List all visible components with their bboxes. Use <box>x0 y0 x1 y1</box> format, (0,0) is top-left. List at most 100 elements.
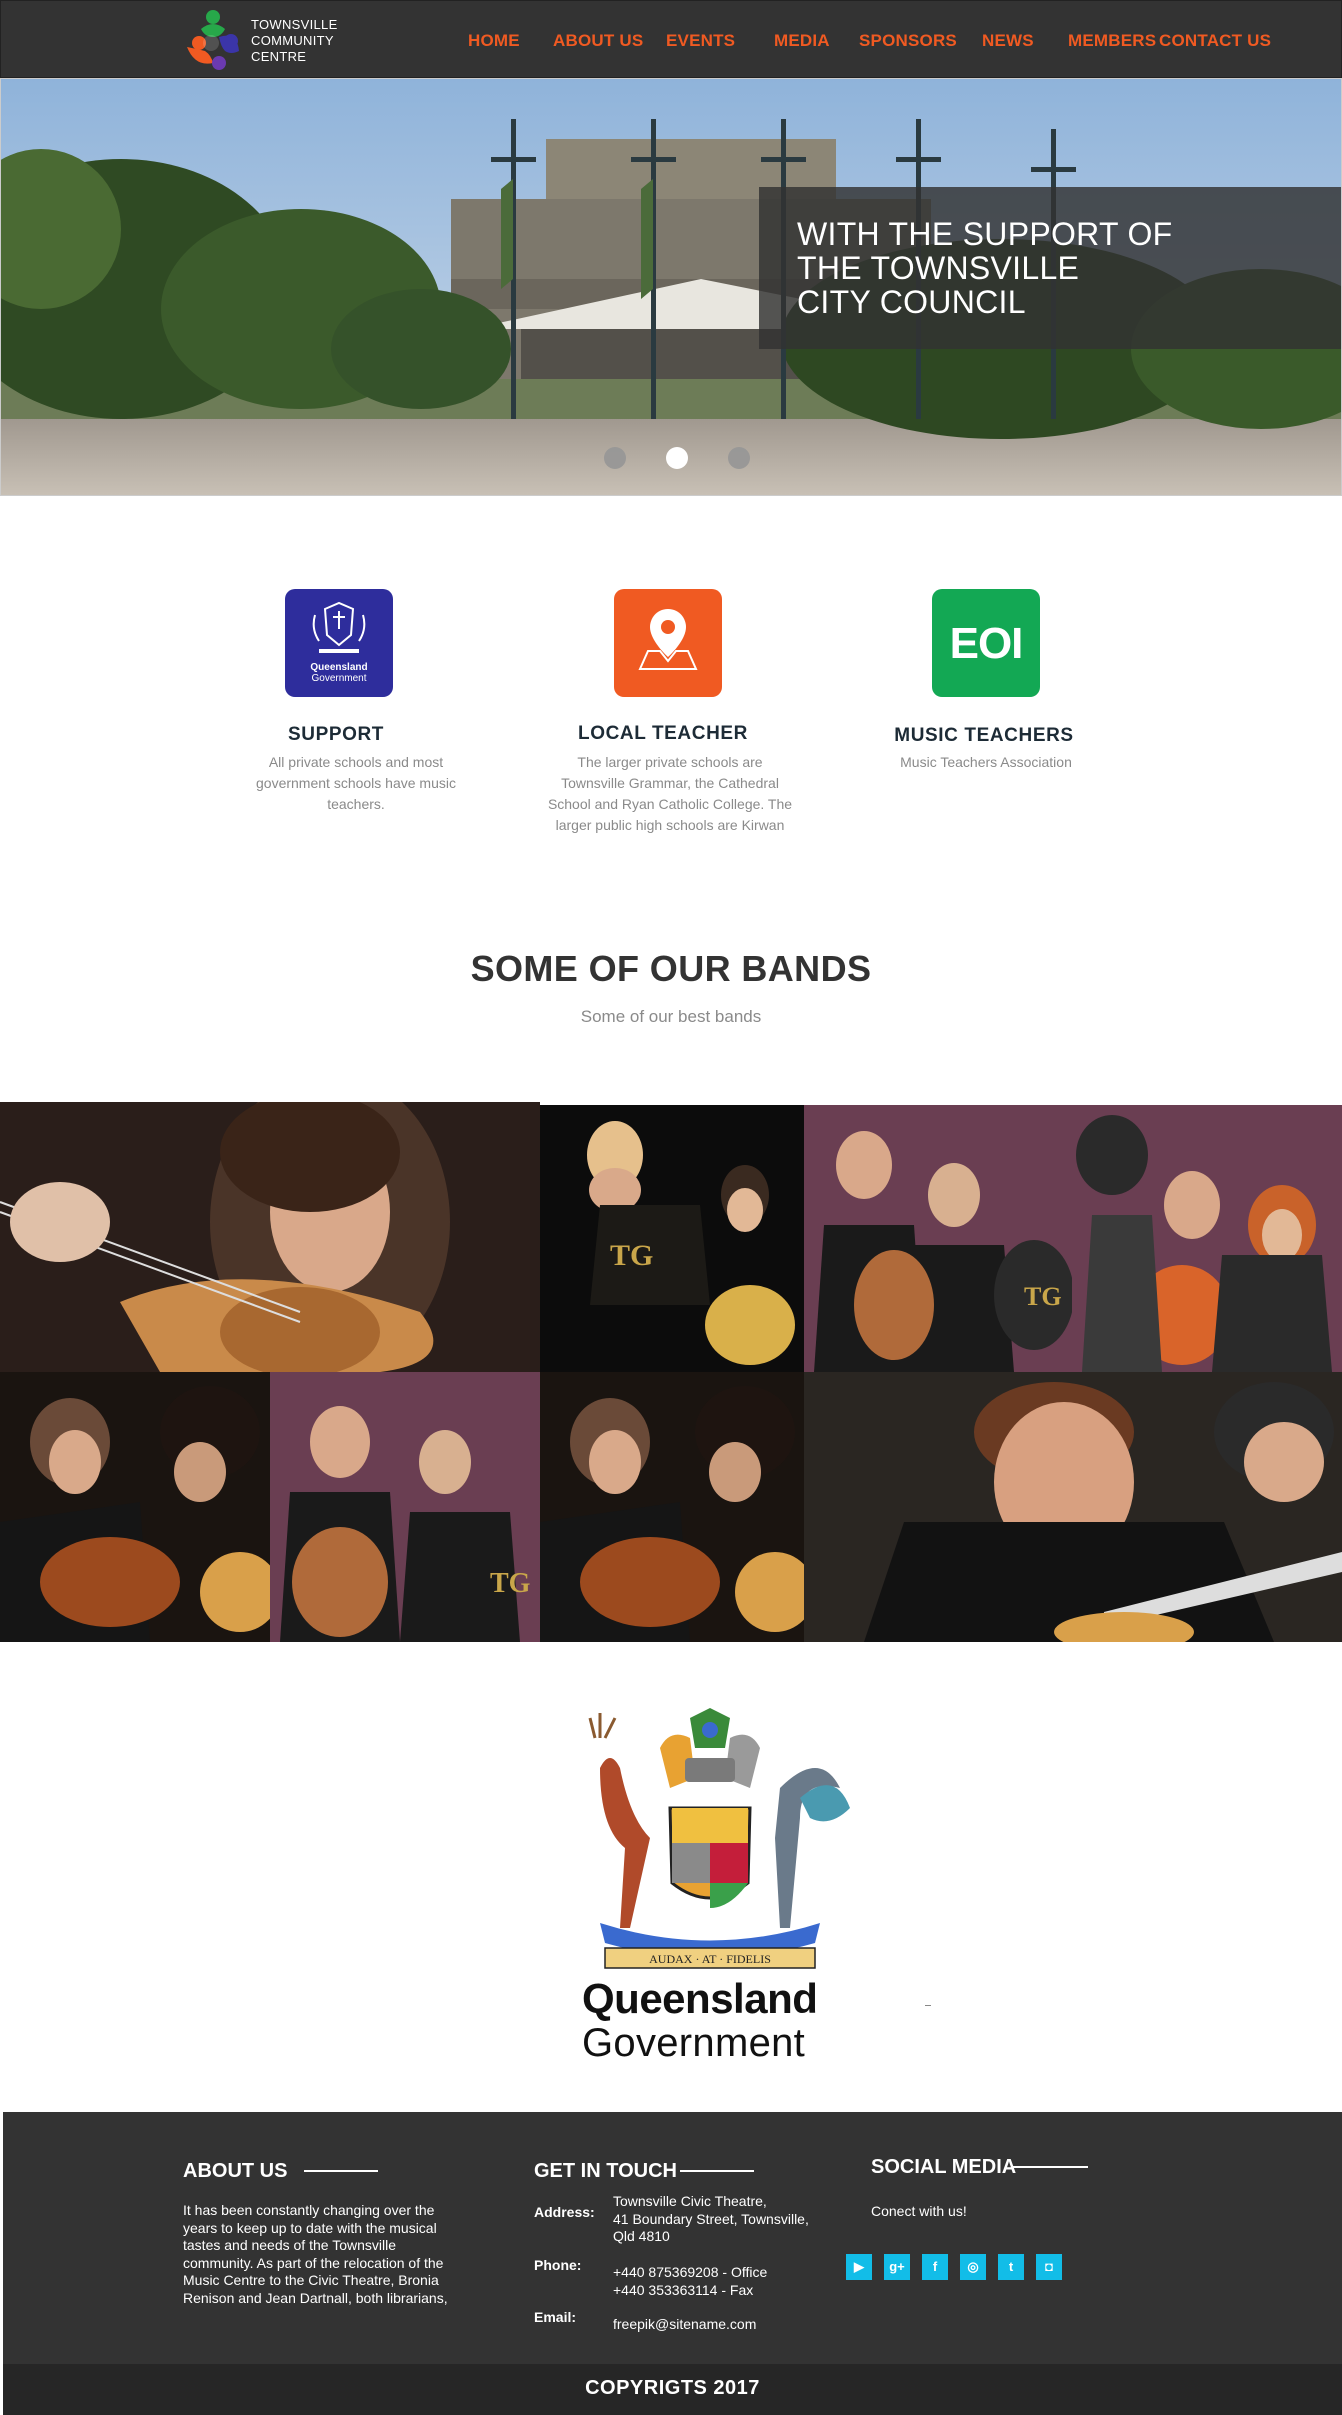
map-pin-icon[interactable] <box>614 589 722 697</box>
desc-line: teachers. <box>327 796 385 812</box>
email-link[interactable]: freepik@sitename.com <box>613 2316 853 2334</box>
divider <box>925 2005 931 2006</box>
site-logo-text[interactable]: TOWNSVILLE COMMUNITY CENTRE <box>251 17 338 65</box>
phone-line[interactable]: +440 875369208 - Office <box>613 2264 853 2282</box>
qld-logo-word2: Government <box>582 2021 806 2065</box>
hero-slider[interactable]: WITH THE SUPPORT OF THE TOWNSVILLE CITY … <box>0 78 1342 496</box>
dribbble-icon[interactable]: ◎ <box>960 2254 986 2280</box>
qld-icon-caption: Queensland Government <box>285 662 393 684</box>
desc-line: larger public high schools are Kirwan <box>555 817 785 833</box>
site-logo-icon[interactable] <box>181 7 251 73</box>
svg-text:TG: TG <box>610 1239 653 1272</box>
nav-home[interactable]: HOME <box>468 31 520 51</box>
footer-about-rule <box>304 2170 378 2172</box>
feature-title-local-teacher: LOCAL TEACHER <box>577 723 748 744</box>
hero-title-line: WITH THE SUPPORT OF <box>797 216 1173 252</box>
address-label: Address: <box>534 2204 595 2220</box>
slider-dot-1[interactable] <box>604 447 626 469</box>
hero-caption-box: WITH THE SUPPORT OF THE TOWNSVILLE CITY … <box>759 187 1341 349</box>
band-photo[interactable] <box>1072 1105 1342 1372</box>
desc-line: School and Ryan Catholic College. The <box>547 796 793 812</box>
about-line: community. As part of the relocation of … <box>183 2254 444 2271</box>
youtube-icon[interactable]: ▶ <box>846 2254 872 2280</box>
band-photo[interactable] <box>0 1372 270 1642</box>
google-plus-icon[interactable]: g+ <box>884 2254 910 2280</box>
slider-dot-2[interactable] <box>666 447 688 469</box>
band-photo[interactable] <box>0 1102 540 1372</box>
about-line: tastes and needs of the Townsville <box>183 2237 396 2253</box>
nav-events[interactable]: EVENTS <box>666 31 735 51</box>
band-photo-image <box>540 1372 804 1642</box>
hero-title-line: CITY COUNCIL <box>797 284 1026 320</box>
feature-title-music-teachers: MUSIC TEACHERS <box>894 725 1074 746</box>
band-photo-image: TG <box>804 1105 1072 1372</box>
hero-title: WITH THE SUPPORT OF THE TOWNSVILLE CITY … <box>797 217 1317 319</box>
instagram-icon[interactable]: ◘ <box>1036 2254 1062 2280</box>
logo-line: COMMUNITY <box>251 33 334 48</box>
desc-line: government schools have music <box>256 775 456 791</box>
band-photo-image <box>0 1102 540 1372</box>
nav-about-us[interactable]: ABOUT US <box>553 31 643 51</box>
queensland-government-icon[interactable]: Queensland Government <box>285 589 393 697</box>
footer-about-title: ABOUT US <box>183 2160 288 2182</box>
feature-desc-music-teachers: Music Teachers Association <box>864 752 1108 773</box>
svg-text:TG: TG <box>490 1568 531 1599</box>
desc-line: The larger private schools are <box>577 754 763 770</box>
copyright-text: COPYRIGTS 2017 <box>585 2377 760 2399</box>
band-photo-image <box>804 1372 1342 1642</box>
logo-line: TOWNSVILLE <box>251 17 338 32</box>
desc-line: All private schools and most <box>268 754 444 770</box>
band-photo-image <box>1072 1105 1342 1372</box>
band-photo[interactable] <box>804 1372 1342 1642</box>
band-photo-image <box>0 1372 270 1642</box>
band-gallery: TG TG TG <box>0 1102 1342 1642</box>
nav-contact-us[interactable]: CONTACT US <box>1159 31 1271 51</box>
qld-icon-line: Government <box>311 673 367 684</box>
footer-contact-title: GET IN TOUCH <box>534 2160 677 2182</box>
section-subtitle-bands: Some of our best bands <box>580 1007 762 1026</box>
band-photo[interactable]: TG <box>804 1105 1072 1372</box>
nav-news[interactable]: NEWS <box>982 31 1034 51</box>
footer-social-rule <box>1012 2166 1088 2168</box>
footer-about-text: It has been constantly changing over the… <box>183 2202 483 2307</box>
location-marker-icon <box>638 609 698 670</box>
nav-media[interactable]: MEDIA <box>774 31 830 51</box>
band-photo[interactable]: TG <box>540 1105 804 1372</box>
about-line: years to keep up to date with the musica… <box>183 2219 437 2236</box>
section-title-bands: SOME OF OUR BANDS <box>470 948 872 989</box>
twitter-icon[interactable]: t <box>998 2254 1024 2280</box>
facebook-icon[interactable]: f <box>922 2254 948 2280</box>
band-photo-image: TG <box>270 1372 540 1642</box>
about-line: It has been constantly changing over the <box>183 2202 435 2218</box>
about-line: Renison and Jean Dartnall, both libraria… <box>183 2289 448 2306</box>
desc-line: Townsville Grammar, the Cathedral <box>561 775 779 791</box>
address-line: Qld 4810 <box>613 2228 670 2244</box>
qld-icon-line: Queensland <box>310 662 368 673</box>
nav-members[interactable]: MEMBERS <box>1068 31 1156 51</box>
email-label: Email: <box>534 2309 577 2325</box>
address-text: Townsville Civic Theatre, 41 Boundary St… <box>613 2193 853 2246</box>
band-photo[interactable] <box>540 1372 804 1642</box>
svg-text:TG: TG <box>1024 1282 1062 1311</box>
band-photo[interactable]: TG <box>270 1372 540 1642</box>
copyright-bar: COPYRIGTS 2017 <box>3 2364 1342 2415</box>
social-tagline: Conect with us! <box>871 2203 967 2219</box>
feature-desc-local-teacher: The larger private schools are Townsvill… <box>520 752 820 836</box>
logo-line: CENTRE <box>251 49 307 64</box>
qld-logo-word1: Queensland <box>582 1975 818 2022</box>
phone-line[interactable]: +440 353363114 - Fax <box>613 2282 853 2300</box>
qld-motto: AUDAX · AT · FIDELIS <box>649 1952 771 1966</box>
slider-dot-3[interactable] <box>728 447 750 469</box>
desc-line: Music Teachers Association <box>900 754 1072 770</box>
footer-social-title: SOCIAL MEDIA <box>871 2156 1017 2178</box>
address-line: 41 Boundary Street, Townsville, <box>613 2210 809 2227</box>
eoi-icon[interactable]: EOI <box>932 589 1040 697</box>
feature-desc-support: All private schools and most government … <box>226 752 486 815</box>
about-line: Music Centre to the Civic Theatre, Broni… <box>183 2272 439 2288</box>
phone-label: Phone: <box>534 2257 582 2273</box>
address-line: Townsville Civic Theatre, <box>613 2193 767 2209</box>
nav-sponsors[interactable]: SPONSORS <box>859 31 957 51</box>
footer-contact-rule <box>680 2170 754 2172</box>
feature-title-support: SUPPORT <box>287 724 385 745</box>
hero-title-line: THE TOWNSVILLE <box>797 250 1080 286</box>
